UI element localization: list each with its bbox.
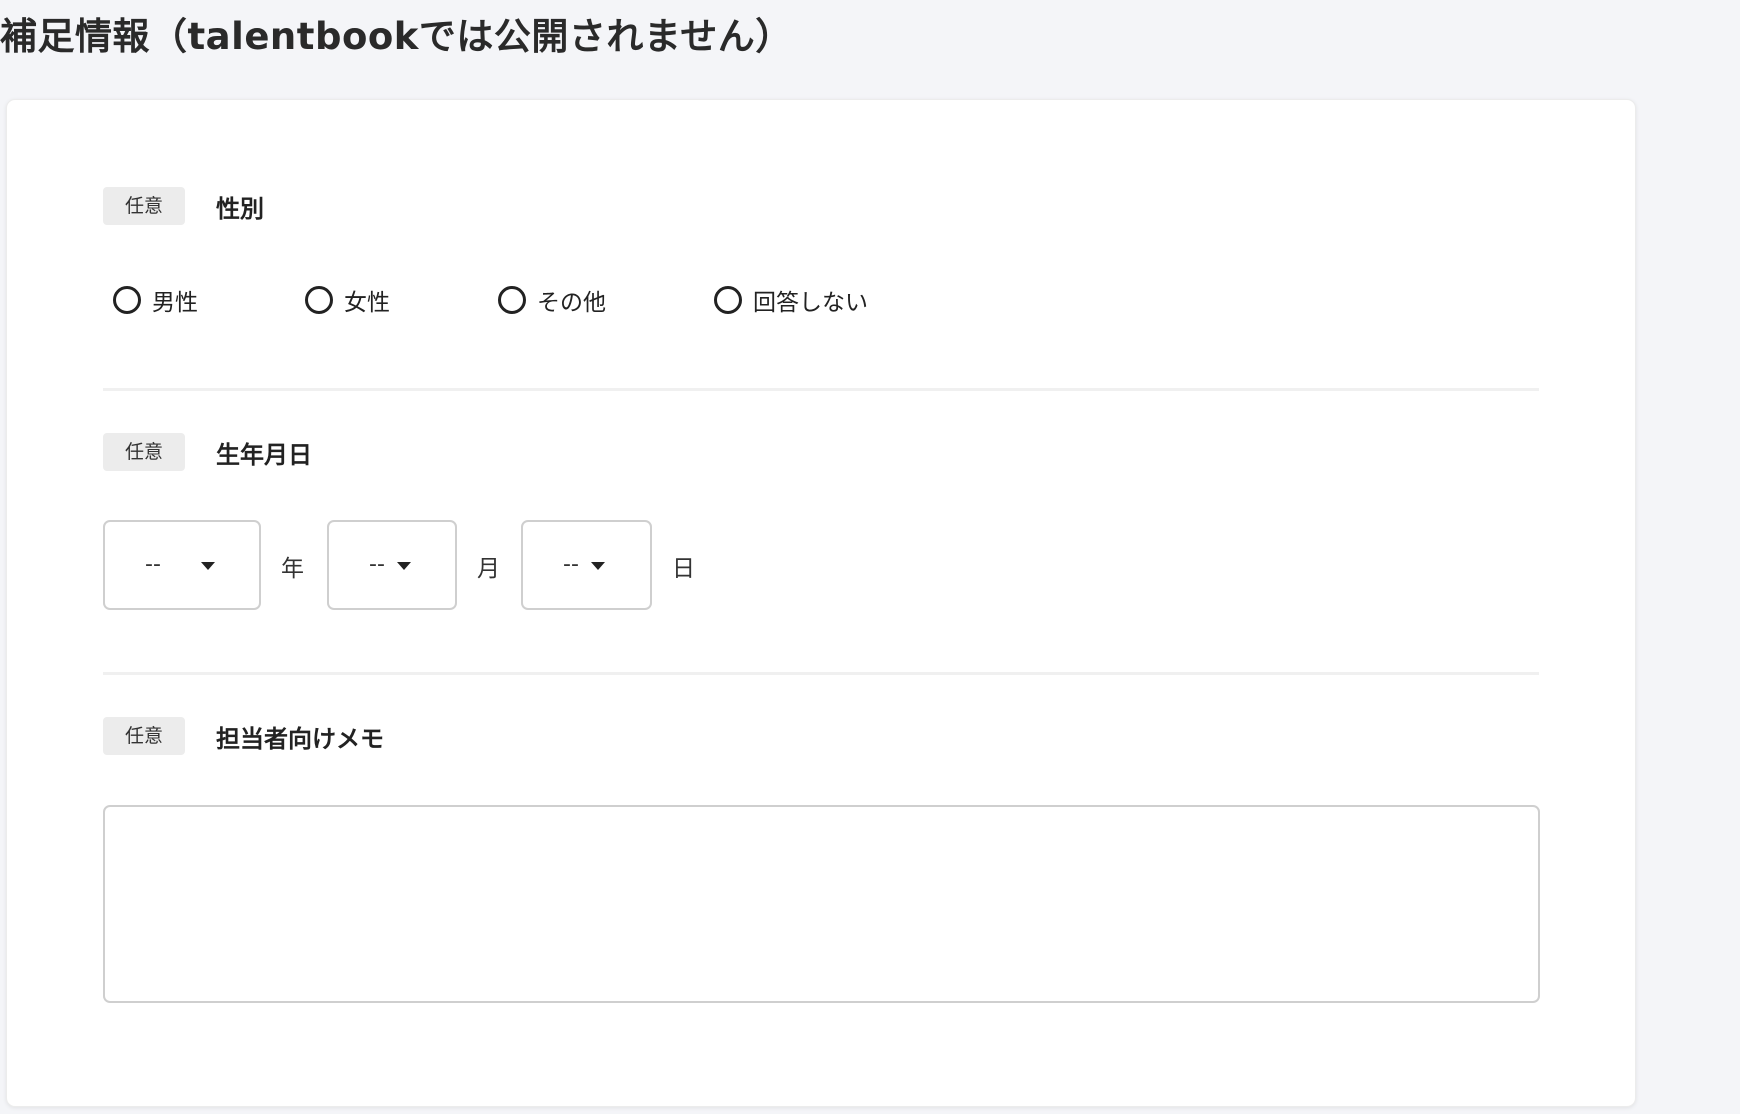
radio-label: 女性 — [344, 290, 390, 316]
birth-year-value: -- — [145, 552, 161, 577]
chevron-down-icon — [591, 562, 605, 570]
birth-day-value: -- — [563, 552, 579, 577]
memo-field-header: 任意 担当者向けメモ — [103, 717, 384, 755]
optional-badge: 任意 — [103, 433, 185, 471]
birthdate-label: 生年月日 — [216, 440, 312, 469]
gender-option-male[interactable]: 男性 — [113, 282, 198, 318]
section-divider — [103, 672, 1539, 675]
birth-month-value: -- — [369, 552, 385, 577]
gender-option-other[interactable]: その他 — [498, 282, 606, 318]
optional-badge: 任意 — [103, 717, 185, 755]
radio-label: その他 — [537, 290, 606, 316]
birth-day-select[interactable]: -- — [521, 520, 652, 610]
birthdate-field-header: 任意 生年月日 — [103, 433, 312, 471]
chevron-down-icon — [201, 562, 215, 570]
gender-option-no-answer[interactable]: 回答しない — [714, 282, 868, 318]
memo-textarea[interactable] — [103, 805, 1540, 1003]
page-title: 補足情報（talentbookでは公開されません） — [0, 15, 793, 58]
optional-badge: 任意 — [103, 187, 185, 225]
radio-circle-icon[interactable] — [305, 286, 333, 314]
radio-circle-icon[interactable] — [714, 286, 742, 314]
chevron-down-icon — [397, 562, 411, 570]
radio-label: 回答しない — [753, 290, 868, 316]
birth-year-select[interactable]: -- — [103, 520, 261, 610]
birth-month-select[interactable]: -- — [327, 520, 457, 610]
month-unit-label: 月 — [477, 556, 500, 582]
radio-circle-icon[interactable] — [498, 286, 526, 314]
year-unit-label: 年 — [281, 556, 304, 582]
supplementary-info-card: 任意 性別 男性 女性 その他 回答しない 任意 生年月日 -- 年 -- 月 … — [6, 99, 1636, 1107]
gender-option-female[interactable]: 女性 — [305, 282, 390, 318]
gender-field-header: 任意 性別 — [103, 187, 264, 225]
day-unit-label: 日 — [672, 556, 695, 582]
section-divider — [103, 388, 1539, 391]
radio-label: 男性 — [152, 290, 198, 316]
radio-circle-icon[interactable] — [113, 286, 141, 314]
memo-label: 担当者向けメモ — [216, 724, 384, 753]
gender-label: 性別 — [216, 194, 264, 223]
